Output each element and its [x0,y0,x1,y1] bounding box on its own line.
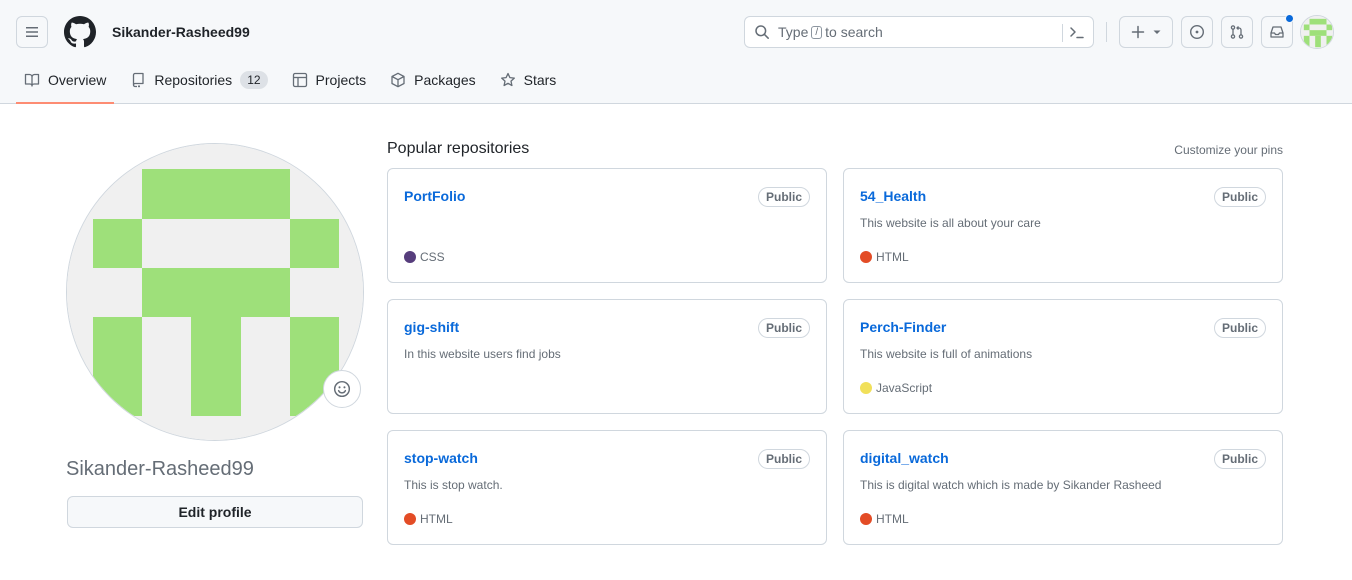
search-input[interactable]: Type / to search [744,16,1094,48]
language-label: JavaScript [876,381,933,395]
language-color-dot [404,251,416,263]
tab-packages[interactable]: Packages [382,64,483,96]
repo-description: This website is all about your care [860,216,1041,230]
language-label: CSS [420,250,445,264]
repo-language: HTML [860,250,909,264]
language-label: HTML [420,512,453,526]
git-pull-request-icon [1230,25,1244,39]
hamburger-icon [26,27,38,37]
identicon-avatar-icon [1301,16,1333,48]
language-label: HTML [876,512,909,526]
visibility-badge: Public [1213,318,1266,338]
search-icon [755,25,769,39]
tab-label: Packages [414,72,476,88]
profile-username: Sikander-Rasheed99 [66,458,254,480]
menu-button[interactable] [16,16,48,48]
set-status-button[interactable] [323,370,361,408]
repositories-count-badge: 12 [240,71,268,89]
smiley-icon [333,380,351,398]
repo-card: digital_watch Public This is digital watch… [843,430,1283,545]
tab-repositories[interactable]: Repositories 12 [122,64,275,96]
identicon-avatar-icon [67,144,363,440]
language-label: HTML [876,250,909,264]
repo-language: HTML [860,512,909,526]
tab-label: Stars [523,72,557,88]
star-icon [500,72,515,87]
issues-button[interactable] [1181,16,1213,48]
repo-card: PortFolio Public CSS [387,168,827,283]
profile-avatar[interactable] [66,143,364,441]
repo-language: CSS [404,250,445,264]
search-divider [1062,24,1063,42]
tab-label: Projects [315,72,367,88]
repo-name-link[interactable]: Perch-Finder [860,319,946,335]
visibility-badge: Public [757,187,810,207]
repo-language: HTML [404,512,453,526]
repo-name-link[interactable]: digital_watch [860,450,949,466]
visibility-badge: Public [757,318,810,338]
user-avatar-menu[interactable] [1300,15,1334,49]
issue-opened-icon [1189,24,1205,40]
repo-description: This website is full of animations [860,347,1033,361]
visibility-badge: Public [1213,449,1266,469]
triangle-down-icon [1153,30,1161,34]
repo-description: This is digital watch which is made by S… [860,478,1162,492]
notification-indicator [1285,14,1294,23]
language-color-dot [860,251,872,263]
repo-description: In this website users find jobs [404,347,561,361]
visibility-badge: Public [1213,187,1266,207]
create-new-button[interactable] [1119,16,1173,48]
repo-language: JavaScript [860,381,932,395]
language-color-dot [860,382,872,394]
repo-name-link[interactable]: stop-watch [404,450,478,466]
language-color-dot [404,513,416,525]
header-divider [1106,22,1107,42]
repo-name-link[interactable]: gig-shift [404,319,459,335]
repo-name-link[interactable]: 54_Health [860,188,926,204]
repo-card: stop-watch Public This is stop watch. HTML [387,430,827,545]
language-color-dot [860,513,872,525]
github-logo-icon[interactable] [64,16,96,48]
tab-stars[interactable]: Stars [492,64,565,96]
repo-card: 54_Health Public This website is all about… [843,168,1283,283]
repo-icon [133,72,145,88]
command-palette-icon[interactable] [1069,25,1085,41]
edit-profile-button[interactable]: Edit profile [67,496,363,528]
package-icon [391,72,405,88]
tab-label: Repositories [154,72,233,88]
customize-pins-link[interactable]: Customize your pins [1174,143,1283,157]
plus-icon [1131,25,1145,39]
repo-name-link[interactable]: PortFolio [404,188,465,204]
search-placeholder-prefix: Type [778,24,809,40]
top-header: Sikander-Rasheed99 Type / to search Over… [0,0,1352,104]
pull-requests-button[interactable] [1221,16,1253,48]
table-icon [292,72,307,88]
tab-label: Overview [48,72,107,88]
search-placeholder: Type / to search [778,24,883,40]
popular-repositories-heading: Popular repositories [387,140,530,157]
visibility-badge: Public [757,449,810,469]
inbox-icon [1270,26,1284,38]
search-shortcut-key: / [811,25,823,39]
profile-tabs: Overview Repositories 12 Projects Packag… [16,64,572,104]
header-username[interactable]: Sikander-Rasheed99 [112,24,250,40]
repo-card: gig-shift Public In this website users fin… [387,299,827,414]
repo-card: Perch-Finder Public This website is full o… [843,299,1283,414]
tab-projects[interactable]: Projects [284,64,375,96]
book-icon [24,73,40,87]
tab-overview[interactable]: Overview [16,64,115,104]
search-placeholder-suffix: to search [825,24,883,40]
repo-description: This is stop watch. [404,478,503,492]
